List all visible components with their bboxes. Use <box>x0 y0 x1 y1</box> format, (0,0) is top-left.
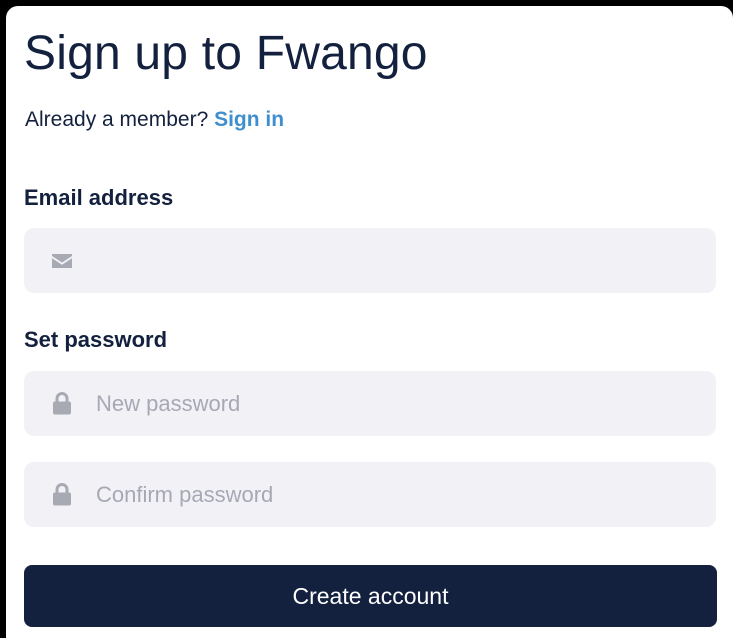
email-input[interactable] <box>96 240 696 281</box>
lock-icon <box>50 392 74 416</box>
new-password-field-container[interactable] <box>24 371 716 436</box>
confirm-password-field-container[interactable] <box>24 462 716 527</box>
create-account-button[interactable]: Create account <box>24 565 717 627</box>
confirm-password-input[interactable] <box>96 474 696 515</box>
already-member-text: Already a member? <box>25 108 215 131</box>
already-member-line: Already a member? Sign in <box>25 107 284 133</box>
sign-in-link[interactable]: Sign in <box>214 108 284 131</box>
new-password-input[interactable] <box>96 383 696 424</box>
email-field-container[interactable] <box>24 228 716 293</box>
email-label: Email address <box>24 185 174 210</box>
lock-icon <box>50 483 74 507</box>
signup-dialog: Sign up to Fwango Already a member? Sign… <box>6 6 733 638</box>
envelope-icon <box>50 249 74 273</box>
password-label: Set password <box>24 327 168 352</box>
page-title: Sign up to Fwango <box>24 27 428 80</box>
